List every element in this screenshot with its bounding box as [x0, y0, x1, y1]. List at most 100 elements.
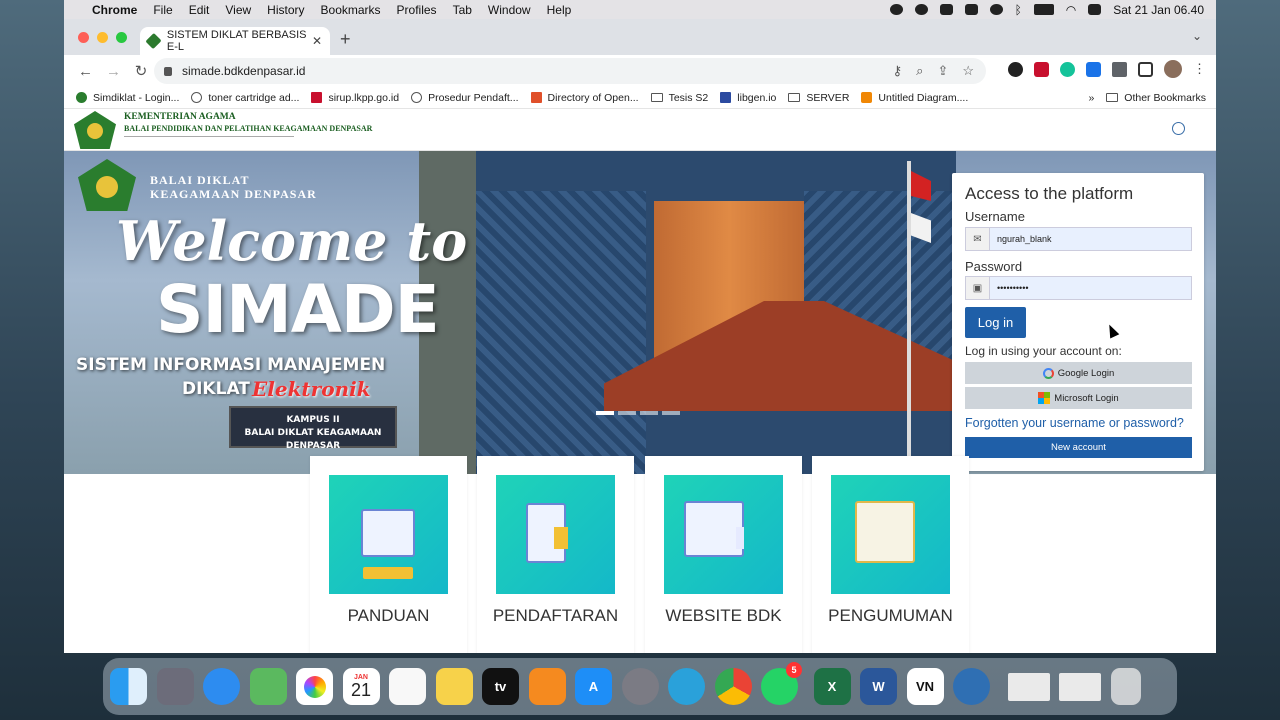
new-account-button[interactable]: New account [965, 437, 1192, 458]
bookmark-toner[interactable]: toner cartridge ad... [191, 92, 299, 104]
pages-icon[interactable] [528, 668, 566, 705]
incognito-ext-icon[interactable] [1008, 61, 1023, 77]
menu-profiles[interactable]: Profiles [397, 3, 437, 17]
menu-history[interactable]: History [267, 3, 304, 17]
battery-icon[interactable] [1033, 4, 1054, 15]
bookmark-star-icon[interactable]: ☆ [962, 63, 974, 79]
wifi-icon[interactable]: ◠ [1066, 3, 1076, 17]
bookmark-directory[interactable]: Directory of Open... [530, 92, 639, 104]
control-center-icon[interactable] [1088, 4, 1102, 15]
card-panduan[interactable]: PANDUAN [310, 456, 467, 653]
app-store-icon[interactable]: A [575, 668, 612, 705]
carousel-dot[interactable] [640, 411, 658, 415]
card-label[interactable]: PANDUAN [310, 606, 467, 626]
kebab-menu-icon[interactable]: ⋮ [1193, 61, 1206, 77]
notes-icon[interactable] [435, 668, 473, 705]
forgot-password-link[interactable]: Forgotten your username or password? [965, 416, 1184, 430]
carousel-dot[interactable] [618, 411, 636, 415]
share-icon[interactable]: ⇪ [937, 63, 948, 79]
calendar-icon[interactable]: JAN 21 [342, 668, 380, 705]
whatsapp-icon[interactable]: 5 [761, 662, 802, 705]
trash-icon[interactable] [1110, 668, 1141, 705]
pengumuman-illustration[interactable] [831, 475, 950, 594]
reload-icon[interactable]: ↻ [134, 62, 148, 80]
recent-window-thumbnail[interactable] [1007, 672, 1050, 701]
grammarly-ext-icon[interactable] [1060, 61, 1075, 77]
login-button[interactable]: Log in [965, 307, 1026, 338]
panduan-illustration[interactable] [329, 475, 448, 594]
system-preferences-icon[interactable] [621, 668, 659, 705]
close-window-button[interactable] [78, 32, 89, 43]
side-panel-icon[interactable] [1138, 61, 1153, 77]
bookmark-libgen[interactable]: libgen.io [720, 92, 776, 104]
card-label[interactable]: PENDAFTARAN [477, 606, 634, 626]
finder-icon[interactable] [110, 668, 147, 705]
maps-icon[interactable] [249, 668, 287, 705]
vn-icon[interactable]: VN [906, 668, 944, 705]
mendeley-ext-icon[interactable] [1034, 61, 1049, 77]
address-bar[interactable]: simade.bdkdenpasar.id ⚷ ⌕ ⇪ ☆ [154, 58, 986, 84]
profile-avatar[interactable] [1164, 60, 1182, 78]
zoom-icon[interactable]: ⌕ [916, 63, 923, 79]
launchpad-icon[interactable] [156, 668, 194, 705]
bookmark-server[interactable]: SERVER [788, 92, 849, 104]
menu-app-name[interactable]: Chrome [92, 3, 137, 17]
forward-icon[interactable]: → [106, 63, 121, 80]
browser-tab[interactable]: SISTEM DIKLAT BERBASIS E-L ✕ [140, 27, 330, 55]
menu-bookmarks[interactable]: Bookmarks [321, 3, 381, 17]
bookmarks-overflow[interactable]: » [1088, 92, 1094, 104]
creative-cloud-icon[interactable] [989, 4, 1003, 15]
google-login-button[interactable]: Google Login [965, 362, 1192, 384]
menu-edit[interactable]: Edit [189, 3, 210, 17]
appletv-icon[interactable]: tv [482, 668, 519, 705]
menu-view[interactable]: View [225, 3, 251, 17]
lock-icon[interactable] [164, 66, 172, 76]
back-icon[interactable]: ← [78, 63, 93, 80]
username-value[interactable]: ngurah_blank [990, 234, 1052, 244]
dropbox-icon[interactable] [964, 4, 978, 15]
recent-window-thumbnail[interactable] [1059, 672, 1101, 701]
language-globe-icon[interactable] [1172, 122, 1185, 135]
username-field[interactable]: ✉ ngurah_blank [965, 227, 1192, 251]
other-bookmarks[interactable]: Other Bookmarks [1106, 92, 1206, 104]
website-illustration[interactable] [664, 475, 783, 594]
menu-help[interactable]: Help [547, 3, 572, 17]
menu-file[interactable]: File [153, 3, 172, 17]
zoom-window-button[interactable] [116, 32, 127, 43]
card-website-bdk[interactable]: WEBSITE BDK [645, 456, 802, 653]
translate-ext-icon[interactable] [1086, 61, 1101, 77]
kemenag-logo[interactable] [74, 111, 116, 149]
new-tab-icon[interactable]: + [340, 29, 351, 50]
record-icon[interactable] [889, 4, 903, 15]
card-label[interactable]: PENGUMUMAN [812, 606, 969, 626]
bluetooth-icon[interactable]: ᛒ [1015, 3, 1022, 17]
password-value[interactable]: •••••••••• [990, 283, 1029, 293]
carousel-dot[interactable] [596, 411, 614, 415]
menubar-datetime[interactable]: Sat 21 Jan 06.40 [1113, 3, 1204, 17]
menu-window[interactable]: Window [488, 3, 531, 17]
badge-icon[interactable] [914, 4, 928, 15]
bookmark-tesis[interactable]: Tesis S2 [650, 92, 708, 104]
quicktime-icon[interactable] [953, 668, 990, 705]
url-text[interactable]: simade.bdkdenpasar.id [182, 64, 305, 78]
password-field[interactable]: ▣ •••••••••• [965, 276, 1192, 300]
card-pendaftaran[interactable]: PENDAFTARAN [477, 456, 634, 653]
extensions-puzzle-icon[interactable] [1112, 61, 1127, 77]
card-label[interactable]: WEBSITE BDK [645, 606, 802, 626]
bookmark-prosedur[interactable]: Prosedur Pendaft... [411, 92, 519, 104]
safari-icon[interactable] [203, 668, 240, 705]
telegram-icon[interactable] [668, 668, 705, 705]
bookmark-sirup[interactable]: sirup.lkpp.go.id [311, 92, 399, 104]
card-pengumuman[interactable]: PENGUMUMAN [812, 456, 969, 653]
carousel-dot[interactable] [662, 411, 680, 415]
drive-icon[interactable] [939, 4, 953, 15]
menu-tab[interactable]: Tab [453, 3, 472, 17]
tab-search-chevron-icon[interactable]: ⌄ [1192, 29, 1202, 43]
pendaftaran-illustration[interactable] [496, 475, 615, 594]
photos-icon[interactable] [296, 668, 333, 705]
minimize-window-button[interactable] [97, 32, 108, 43]
excel-icon[interactable]: X [813, 668, 851, 705]
word-icon[interactable]: W [860, 668, 897, 705]
reminders-icon[interactable] [389, 668, 426, 705]
close-tab-icon[interactable]: ✕ [312, 34, 322, 48]
